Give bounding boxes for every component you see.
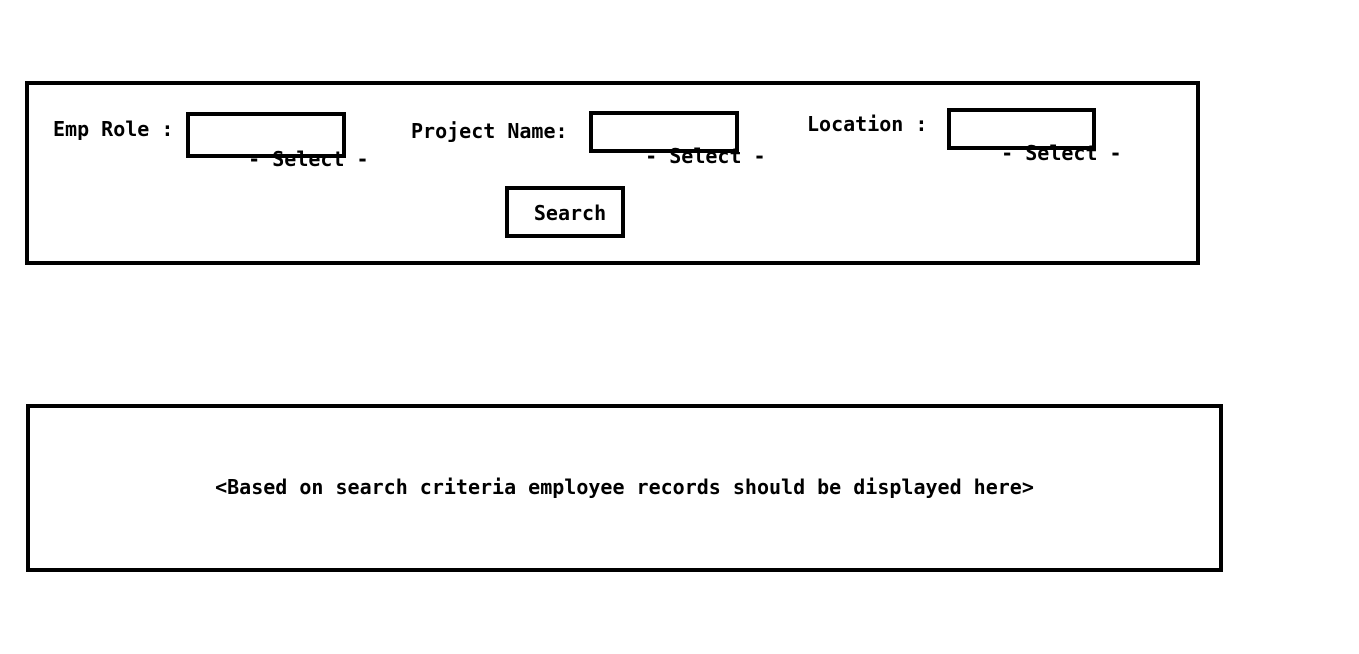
search-criteria-panel: Emp Role : - Select - Project Name: - Se… <box>25 81 1200 265</box>
location-select-value: - Select - <box>1001 141 1122 165</box>
project-name-label: Project Name: <box>411 119 568 143</box>
results-placeholder-text: <Based on search criteria employee recor… <box>215 475 1034 499</box>
emp-role-select-value: - Select - <box>248 147 369 171</box>
project-name-select[interactable]: - Select - <box>589 111 766 168</box>
project-name-select-value: - Select - <box>645 144 766 168</box>
emp-role-label: Emp Role : <box>53 117 174 141</box>
emp-role-select[interactable]: - Select - <box>186 112 369 171</box>
location-label: Location : <box>807 112 928 136</box>
search-button[interactable]: Search <box>505 186 625 238</box>
employee-results-panel: <Based on search criteria employee recor… <box>26 404 1223 572</box>
location-select[interactable]: - Select - <box>947 108 1122 165</box>
